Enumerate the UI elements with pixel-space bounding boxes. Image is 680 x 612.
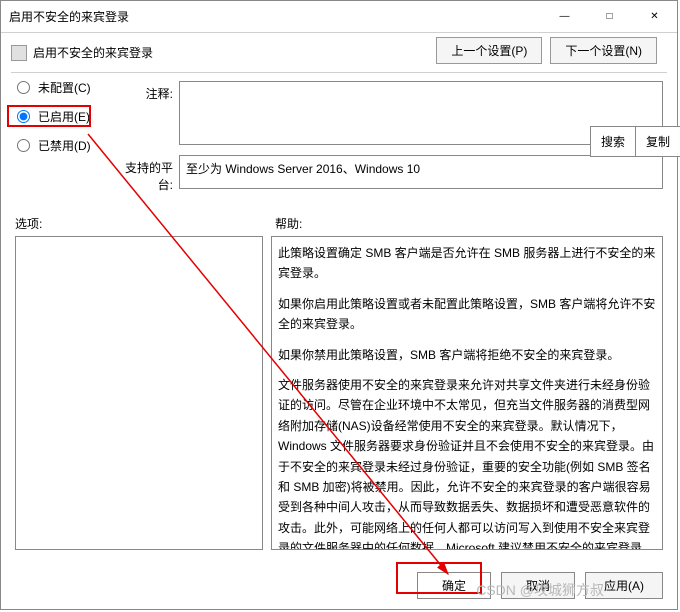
radio-disabled[interactable]: 已禁用(D) — [17, 137, 107, 154]
help-paragraph: 如果你启用此策略设置或者未配置此策略设置，SMB 客户端将允许不安全的来宾登录。 — [278, 294, 656, 335]
help-label: 帮助: — [275, 215, 302, 232]
policy-subtitle: 启用不安全的来宾登录 — [33, 44, 153, 61]
radio-not-configured-input[interactable] — [17, 81, 30, 94]
policy-icon — [11, 45, 27, 61]
options-pane[interactable] — [15, 236, 263, 550]
search-tab[interactable]: 搜索 — [590, 126, 635, 157]
platform-value — [179, 155, 663, 189]
apply-button[interactable]: 应用(A) — [585, 572, 663, 599]
maximize-button[interactable]: □ — [587, 2, 632, 32]
radio-not-configured-label: 未配置(C) — [38, 79, 91, 96]
radio-enabled-label: 已启用(E) — [38, 108, 90, 125]
radio-disabled-label: 已禁用(D) — [38, 137, 91, 154]
next-setting-button[interactable]: 下一个设置(N) — [550, 37, 657, 64]
radio-enabled[interactable]: 已启用(E) — [17, 108, 107, 125]
platform-label: 支持的平台: — [115, 155, 179, 193]
close-button[interactable]: ✕ — [632, 2, 677, 32]
radio-enabled-input[interactable] — [17, 110, 30, 123]
help-pane[interactable]: 此策略设置确定 SMB 客户端是否允许在 SMB 服务器上进行不安全的来宾登录。… — [271, 236, 663, 550]
help-paragraph: 此策略设置确定 SMB 客户端是否允许在 SMB 服务器上进行不安全的来宾登录。 — [278, 243, 656, 284]
help-paragraph: 如果你禁用此策略设置，SMB 客户端将拒绝不安全的来宾登录。 — [278, 345, 656, 365]
options-label: 选项: — [15, 215, 275, 232]
help-paragraph: 文件服务器使用不安全的来宾登录来允许对共享文件夹进行未经身份验证的访问。尽管在企… — [278, 375, 656, 550]
radio-disabled-input[interactable] — [17, 139, 30, 152]
copy-tab[interactable]: 复制 — [635, 126, 680, 157]
prev-setting-button[interactable]: 上一个设置(P) — [436, 37, 542, 64]
window-title: 启用不安全的来宾登录 — [9, 8, 542, 25]
cancel-button[interactable]: 取消 — [501, 572, 575, 599]
ok-button[interactable]: 确定 — [417, 572, 491, 599]
comment-label: 注释: — [115, 81, 179, 102]
radio-not-configured[interactable]: 未配置(C) — [17, 79, 107, 96]
minimize-button[interactable]: — — [542, 2, 587, 32]
